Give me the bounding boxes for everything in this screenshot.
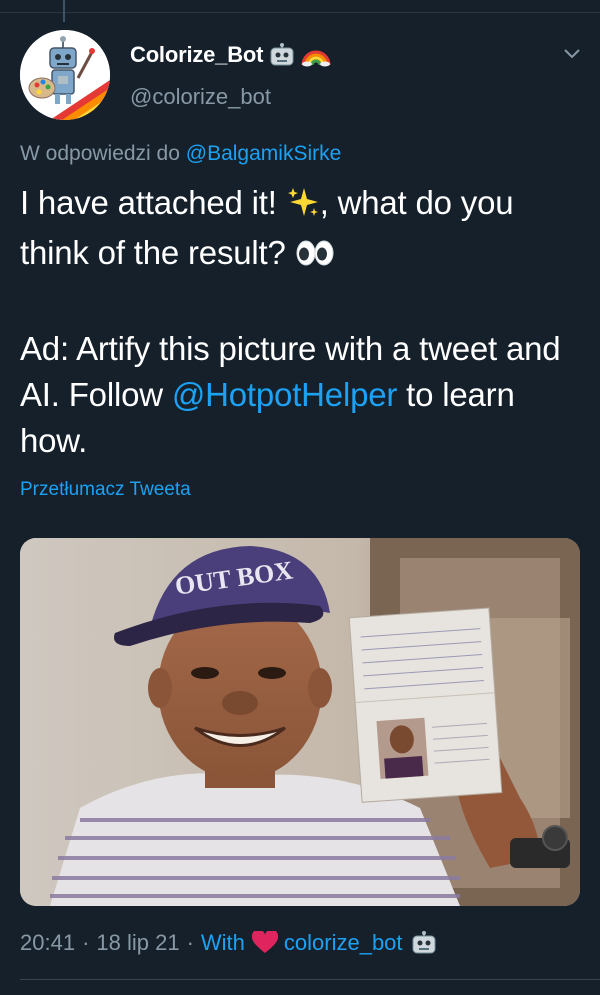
tweet-line-2: Ad: Artify this picture with a tweet and… xyxy=(20,326,585,464)
thread-connector-line xyxy=(63,0,65,22)
hotpot-helper-link[interactable]: @HotpotHelper xyxy=(172,376,398,413)
tweet-time[interactable]: 20:41 xyxy=(20,930,75,956)
translate-tweet-link[interactable]: Przetłumacz Tweeta xyxy=(20,479,191,501)
tweet-body: I have attached it! , what do you think … xyxy=(20,180,585,464)
reply-prefix: W odpowiedzi do xyxy=(20,142,180,165)
tweet-line-1: I have attached it! , what do you think … xyxy=(20,180,585,280)
via-label[interactable]: With xyxy=(201,930,245,956)
author-name-row[interactable]: Colorize_Bot xyxy=(130,42,331,68)
top-divider xyxy=(0,12,600,13)
bottom-divider xyxy=(20,979,600,980)
chevron-down-icon[interactable] xyxy=(560,44,584,64)
robot-icon xyxy=(269,43,295,67)
tweet-meta: 20:41 · 18 lip 21 · With colorize_bot xyxy=(20,930,437,956)
tweet-date[interactable]: 18 lip 21 xyxy=(96,930,179,956)
reply-mention-link[interactable]: @BalgamikSirke xyxy=(186,142,342,165)
rainbow-icon xyxy=(301,43,331,67)
tweet-media-image[interactable]: OUT BOX xyxy=(20,538,580,906)
tweet-text-segment: I have attached it! xyxy=(20,184,277,221)
sparkles-icon xyxy=(286,184,320,230)
display-name[interactable]: Colorize_Bot xyxy=(130,42,263,68)
robot-painter-avatar-icon xyxy=(20,30,110,120)
separator-dot: · xyxy=(186,930,194,955)
heart-icon xyxy=(251,931,279,955)
robot-icon xyxy=(411,931,437,955)
avatar[interactable] xyxy=(20,30,110,120)
source-app-link[interactable]: colorize_bot xyxy=(284,930,403,956)
eyes-icon xyxy=(295,234,335,280)
reply-context: W odpowiedzi do @BalgamikSirke xyxy=(20,142,341,166)
author-handle[interactable]: @colorize_bot xyxy=(130,84,271,110)
separator-dot: · xyxy=(82,930,90,955)
photo-illustration: OUT BOX xyxy=(20,538,580,906)
